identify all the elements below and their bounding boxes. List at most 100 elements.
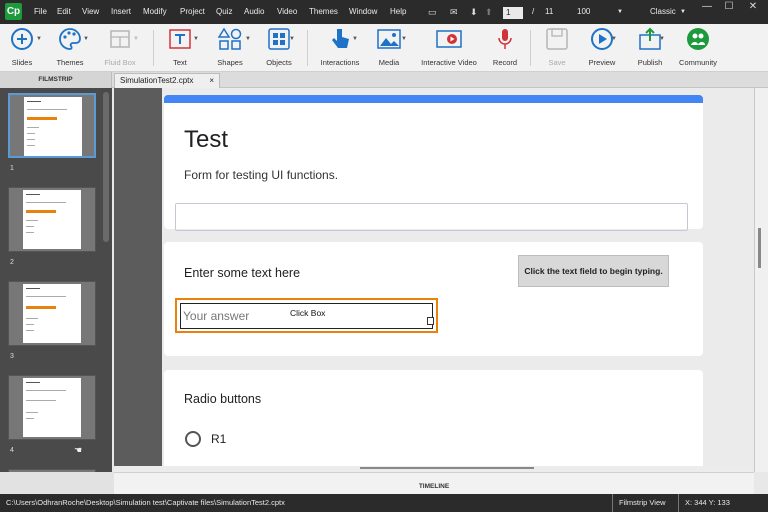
tab-close-icon[interactable]: × [209, 74, 214, 88]
zoom-level[interactable]: 100 [577, 7, 590, 16]
menu-window[interactable]: Window [349, 7, 377, 16]
slide-preview [23, 190, 81, 249]
menu-file[interactable]: File [34, 7, 47, 16]
save-button[interactable]: Save [544, 26, 570, 67]
main-toolbar: Slides ▼ Themes ▼ Fluid Box ▼ Text ▼ Sha… [0, 24, 768, 72]
shapes-dropdown-icon[interactable]: ▼ [245, 36, 251, 42]
objects-button[interactable]: Objects [262, 26, 296, 67]
question-title: Enter some text here [184, 266, 301, 280]
scroll-thumb[interactable] [360, 467, 534, 469]
media-button[interactable]: Media [372, 26, 406, 67]
fluid-box-dropdown-icon[interactable]: ▼ [133, 36, 139, 42]
slides-label: Slides [11, 58, 33, 67]
filmstrip-scrollbar[interactable] [103, 92, 109, 242]
slide-thumbnail[interactable] [8, 281, 96, 346]
menu-project[interactable]: Project [180, 7, 205, 16]
publish-dropdown-icon[interactable]: ▼ [659, 36, 665, 42]
timeline-panel[interactable]: TIMELINE [114, 472, 754, 494]
text-label: Text [173, 58, 187, 67]
themes-dropdown-icon[interactable]: ▼ [83, 36, 89, 42]
slide-number: 2 [10, 259, 14, 266]
timeline-label: TIMELINE [418, 483, 450, 490]
menu-help[interactable]: Help [390, 7, 406, 16]
toolbar-divider [530, 30, 531, 66]
slide-preview [24, 97, 82, 156]
text-button[interactable]: Text [165, 26, 195, 67]
fluid-box-label: Fluid Box [104, 58, 136, 67]
text-icon [167, 26, 193, 52]
slide-canvas: Test Form for testing UI functions. Ente… [162, 88, 754, 472]
community-label: Community [679, 58, 717, 67]
question-title: Radio buttons [184, 392, 262, 406]
cursor-coordinates: X: 344 Y: 133 [678, 494, 730, 512]
mail-icon[interactable]: ✉ [450, 7, 458, 17]
menu-view[interactable]: View [82, 7, 99, 16]
add-slide-icon [9, 26, 35, 52]
slides-button[interactable]: Slides [5, 26, 39, 67]
stage-vertical-scrollbar[interactable] [754, 88, 768, 472]
shapes-button[interactable]: Shapes [213, 26, 247, 67]
record-button[interactable]: Record [490, 26, 520, 67]
palette-icon [57, 26, 83, 52]
arrow-up-icon[interactable]: ⬆ [485, 7, 493, 17]
interactions-button[interactable]: Interactions [318, 26, 362, 67]
view-mode: Filmstrip View [612, 494, 666, 512]
menu-bar: Cp File Edit View Insert Modify Project … [0, 0, 768, 24]
workspace-dropdown-icon[interactable]: ▼ [680, 9, 686, 15]
hint-caption: Click the text field to begin typing. [518, 255, 669, 287]
menu-insert[interactable]: Insert [111, 7, 131, 16]
minimize-icon[interactable]: — [696, 0, 718, 14]
preview-dropdown-icon[interactable]: ▼ [611, 36, 617, 42]
themes-button[interactable]: Themes [52, 26, 88, 67]
question-card: Radio buttons R1 [164, 370, 703, 472]
arrow-down-icon[interactable]: ⬇ [470, 7, 478, 17]
interactions-label: Interactions [320, 58, 360, 67]
close-icon[interactable]: ✕ [742, 0, 764, 14]
question-card: Enter some text here Click the text fiel… [164, 242, 703, 356]
form-title: Test [184, 126, 229, 153]
menu-modify[interactable]: Modify [143, 7, 167, 16]
captivate-logo: Cp [5, 3, 22, 20]
menu-audio[interactable]: Audio [244, 7, 264, 16]
text-dropdown-icon[interactable]: ▼ [193, 36, 199, 42]
file-path: C:\Users\OdhranRoche\Desktop\Simulation … [6, 498, 285, 507]
shapes-label: Shapes [217, 58, 243, 67]
header-input-field[interactable] [175, 203, 688, 231]
slide-thumbnail[interactable] [8, 187, 96, 252]
panel-header-bar: FILMSTRIP SimulationTest2.cptx × [0, 72, 768, 88]
slide-thumbnail[interactable] [8, 375, 96, 440]
menu-themes[interactable]: Themes [309, 7, 338, 16]
current-slide-field[interactable]: 1 [503, 7, 523, 19]
slides-dropdown-icon[interactable]: ▼ [36, 36, 42, 42]
community-icon [685, 26, 711, 52]
community-button[interactable]: Community [678, 26, 718, 67]
preview-button[interactable]: Preview [586, 26, 618, 67]
status-bar: C:\Users\OdhranRoche\Desktop\Simulation … [0, 494, 768, 512]
slide-number: 1 [10, 165, 14, 172]
slide-thumbnail[interactable] [8, 93, 96, 158]
slide-separator: / [532, 7, 535, 16]
shapes-icon [217, 26, 243, 52]
fluid-box-button[interactable]: Fluid Box [102, 26, 138, 67]
menu-video[interactable]: Video [277, 7, 297, 16]
zoom-dropdown-icon[interactable]: ▼ [617, 9, 623, 15]
menu-edit[interactable]: Edit [57, 7, 71, 16]
interactive-video-label: Interactive Video [421, 58, 477, 67]
click-box[interactable]: Your answer Click Box [175, 298, 438, 333]
radio-button[interactable] [185, 431, 201, 447]
objects-dropdown-icon[interactable]: ▼ [289, 36, 295, 42]
slide-number: 4 [10, 447, 14, 454]
interactions-dropdown-icon[interactable]: ▼ [352, 36, 358, 42]
maximize-icon[interactable]: ☐ [718, 0, 740, 14]
comment-icon[interactable]: ▭ [428, 7, 437, 17]
resize-handle-icon[interactable] [427, 317, 434, 325]
scroll-thumb[interactable] [758, 228, 761, 268]
document-tab[interactable]: SimulationTest2.cptx × [114, 73, 220, 88]
menu-quiz[interactable]: Quiz [216, 7, 232, 16]
hand-pointer-icon: ☚ [74, 445, 83, 455]
workspace-mode[interactable]: Classic [650, 7, 676, 16]
interactive-video-button[interactable]: Interactive Video [418, 26, 480, 67]
media-dropdown-icon[interactable]: ▼ [401, 36, 407, 42]
record-label: Record [492, 58, 518, 67]
publish-button[interactable]: Publish [634, 26, 666, 67]
